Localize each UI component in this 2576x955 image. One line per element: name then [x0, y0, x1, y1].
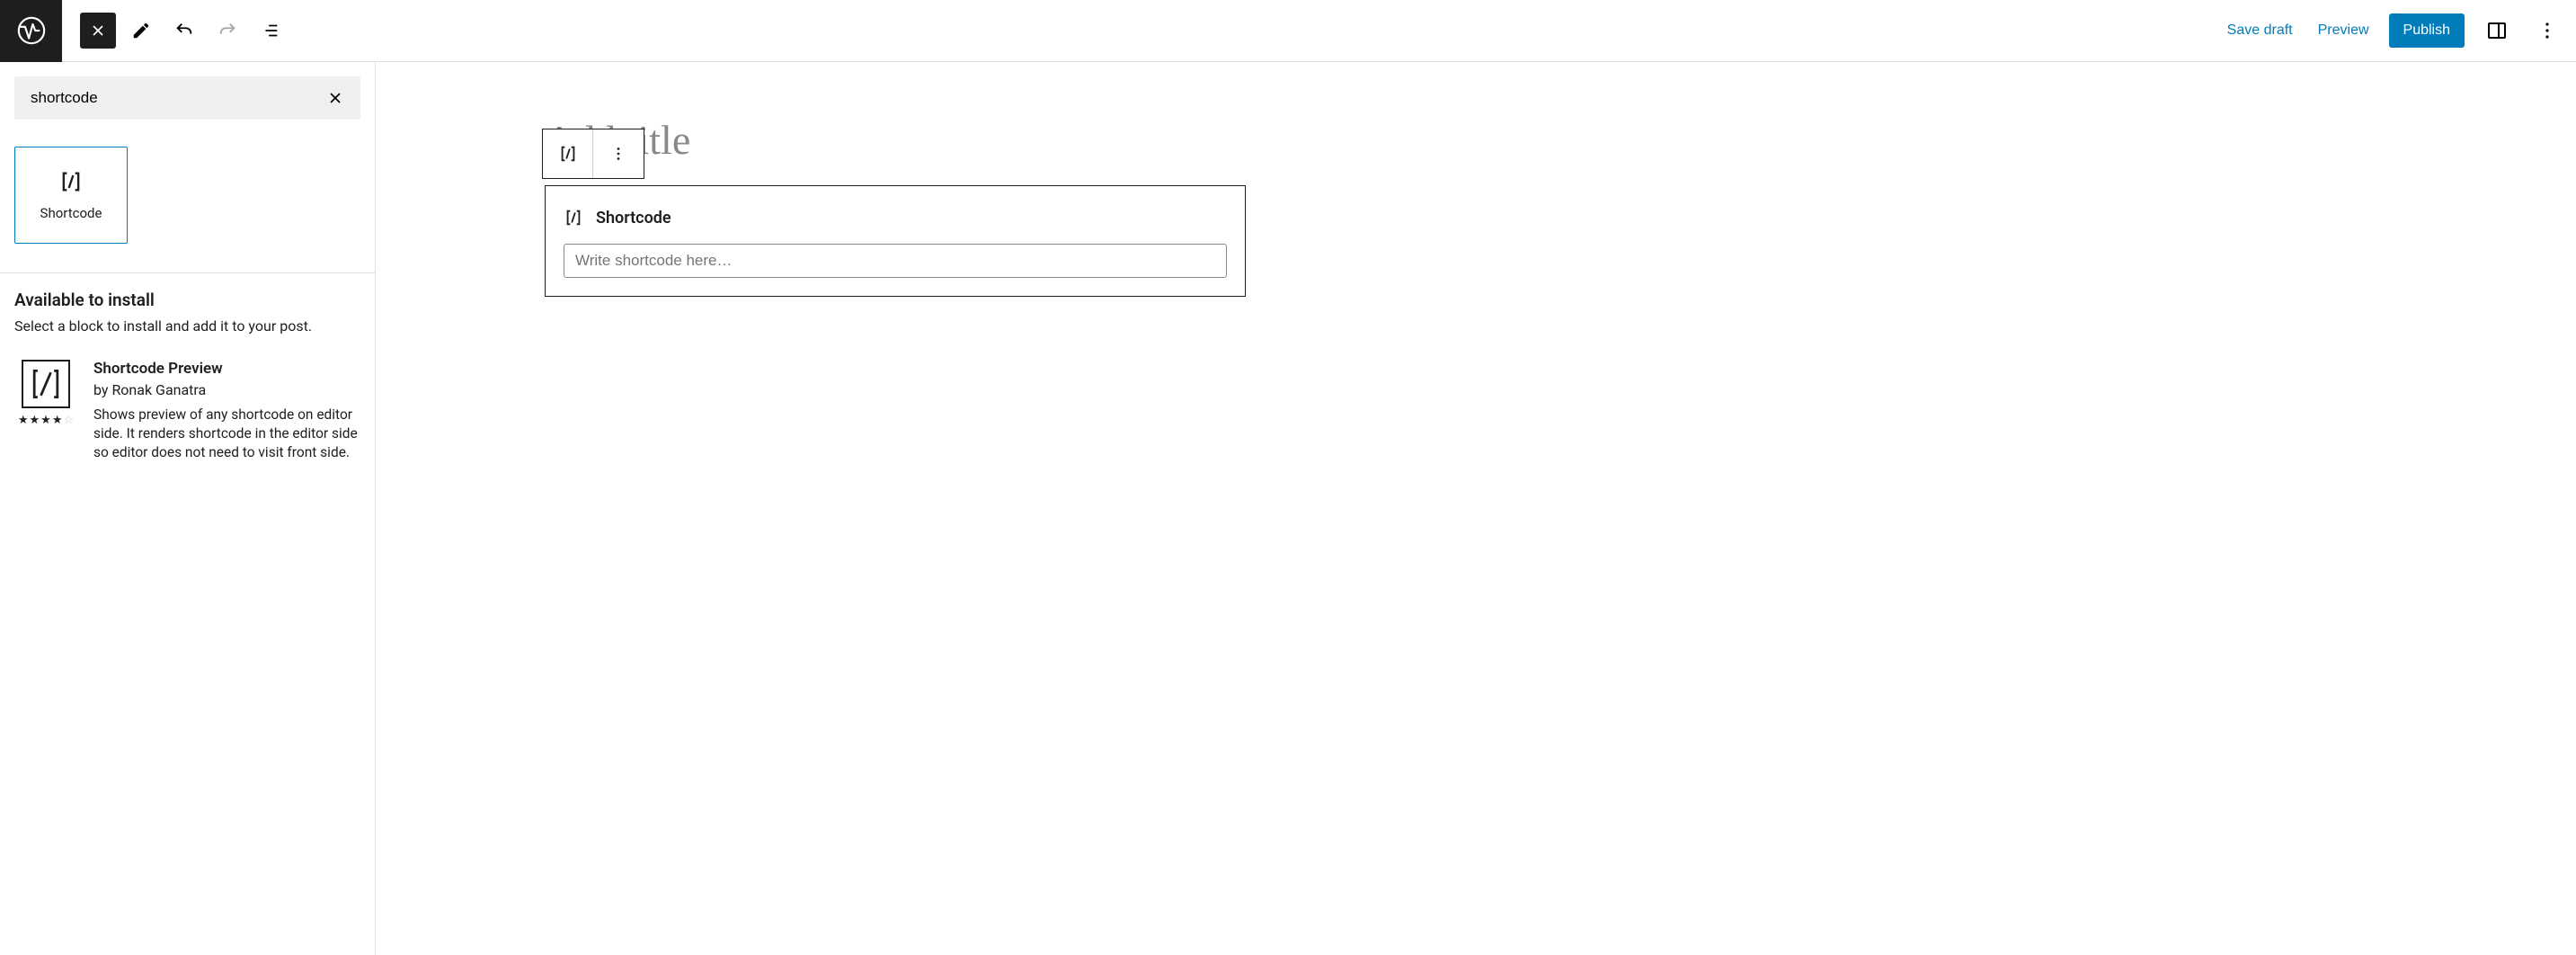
settings-sidebar-toggle[interactable] — [2479, 13, 2515, 49]
installable-block-item[interactable]: ★ ★ ★ ★ ☆ Shortcode Preview by Ronak Gan… — [14, 360, 360, 462]
block-header: Shortcode — [564, 208, 1227, 228]
more-options-button[interactable] — [2529, 13, 2565, 49]
editor-toolbar: Save draft Preview Publish — [0, 0, 2576, 62]
star-icon: ★ — [18, 414, 29, 427]
block-inserter-panel: Shortcode Available to install Select a … — [0, 62, 376, 955]
preview-button[interactable]: Preview — [2313, 13, 2375, 48]
installable-block-description: Shows preview of any shortcode on editor… — [93, 406, 360, 462]
star-icon: ★ — [40, 414, 51, 427]
shortcode-icon — [564, 208, 583, 228]
installable-block-author: by Ronak Ganatra — [93, 381, 360, 398]
block-search-row — [14, 76, 360, 120]
toolbar-right-group: Save draft Preview Publish — [2222, 13, 2576, 49]
post-title-input[interactable]: Add title — [545, 116, 2576, 164]
divider — [0, 272, 375, 273]
available-to-install-description: Select a block to install and add it to … — [14, 317, 360, 335]
installable-block-name: Shortcode Preview — [93, 360, 360, 378]
undo-button[interactable] — [166, 13, 202, 49]
shortcode-icon — [58, 169, 84, 194]
clear-search-button[interactable] — [326, 89, 344, 107]
block-more-options-button[interactable] — [593, 129, 644, 178]
redo-button[interactable] — [209, 13, 245, 49]
block-card-label: Shortcode — [40, 205, 102, 221]
toolbar-left-group — [62, 13, 289, 49]
shortcode-block-card[interactable]: Shortcode — [14, 147, 128, 244]
save-draft-button[interactable]: Save draft — [2222, 13, 2298, 48]
block-header-label: Shortcode — [596, 209, 671, 228]
close-inserter-button[interactable] — [80, 13, 116, 49]
shortcode-block[interactable]: Shortcode — [545, 185, 1246, 297]
star-icon: ★ — [30, 414, 40, 427]
block-floating-toolbar — [542, 129, 644, 179]
available-to-install-title: Available to install — [14, 290, 360, 310]
shortcode-preview-icon — [22, 360, 70, 408]
star-empty-icon: ☆ — [63, 414, 74, 427]
document-overview-button[interactable] — [253, 13, 289, 49]
block-type-button[interactable] — [543, 129, 593, 178]
publish-button[interactable]: Publish — [2389, 13, 2465, 48]
editor-canvas: Add title Shortcode — [376, 62, 2576, 955]
title-area: Add title — [545, 116, 2576, 164]
shortcode-input[interactable] — [564, 244, 1227, 278]
star-icon: ★ — [52, 414, 63, 427]
edit-tool-button[interactable] — [123, 13, 159, 49]
block-search-input[interactable] — [31, 89, 326, 107]
rating-stars: ★ ★ ★ ★ ☆ — [18, 414, 74, 427]
wordpress-logo[interactable] — [0, 0, 62, 62]
